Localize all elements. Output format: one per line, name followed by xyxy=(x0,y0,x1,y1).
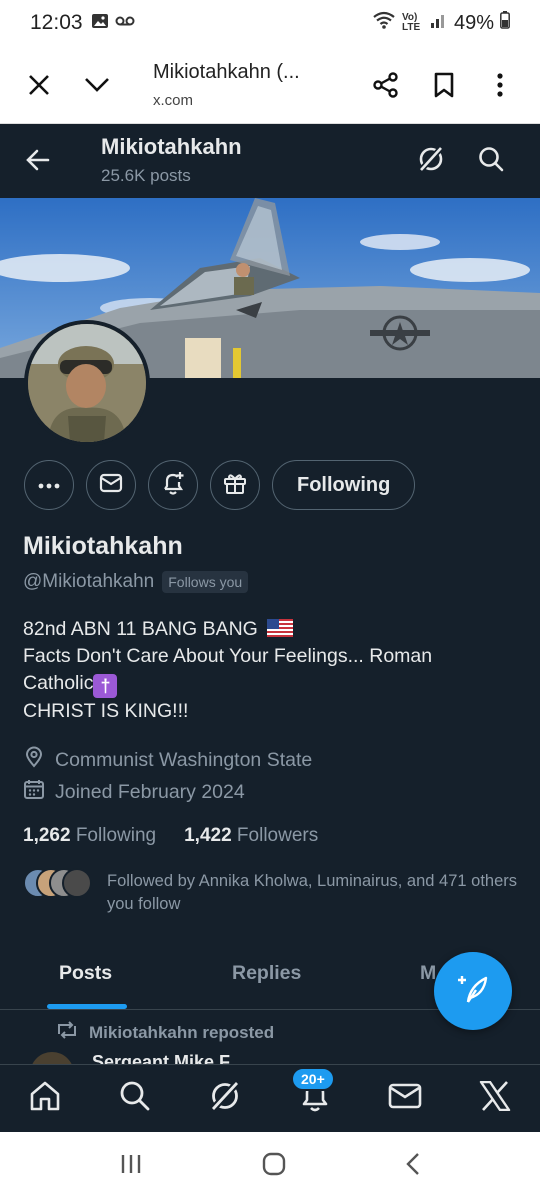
tab-replies[interactable]: Replies xyxy=(232,962,301,985)
profile-header: Mikiotahkahn 25.6K posts xyxy=(0,124,540,198)
status-bar: 12:03 Vo) LTE 49% xyxy=(0,0,540,46)
notify-button[interactable] xyxy=(148,460,198,510)
home-icon xyxy=(28,1079,62,1118)
message-button[interactable] xyxy=(86,460,136,510)
bio-text-1: 82nd ABN 11 BANG BANG xyxy=(23,618,258,640)
repost-icon xyxy=(55,1020,79,1045)
header-display-name: Mikiotahkahn xyxy=(101,134,242,159)
bottom-navigation: 20+ xyxy=(0,1064,540,1132)
avatar[interactable] xyxy=(24,320,150,446)
recent-apps-icon[interactable] xyxy=(119,1153,143,1180)
grok-icon xyxy=(208,1079,242,1118)
mutual-avatar xyxy=(62,868,92,898)
bookmark-icon[interactable] xyxy=(422,63,466,107)
us-flag-icon xyxy=(267,618,294,637)
location-pin-icon xyxy=(23,746,45,774)
profile-joined-date: Joined February 2024 xyxy=(55,780,245,803)
following-label: Following xyxy=(75,825,157,846)
ellipsis-icon xyxy=(37,476,61,494)
active-tab-indicator xyxy=(47,1004,127,1009)
profile-bio: 82nd ABN 11 BANG BANG Facts Don't Care A… xyxy=(23,616,523,725)
battery-icon xyxy=(500,11,510,35)
back-button-icon[interactable] xyxy=(405,1152,421,1181)
repost-indicator: Mikiotahkahn reposted xyxy=(55,1020,274,1045)
share-icon[interactable] xyxy=(364,63,408,107)
location-row: Communist Washington State xyxy=(23,746,312,774)
bio-text-3: Catholic xyxy=(23,672,94,694)
home-button-icon[interactable] xyxy=(262,1152,286,1181)
nav-messages[interactable] xyxy=(375,1069,435,1129)
nav-grok[interactable] xyxy=(195,1069,255,1129)
follow-stats: 1,262 Following 1,422 Followers xyxy=(23,825,318,847)
profile-display-name: Mikiotahkahn xyxy=(23,532,183,560)
following-count: 1,262 xyxy=(23,825,71,846)
following-stat[interactable]: 1,262 Following xyxy=(23,825,156,847)
browser-toolbar: Mikiotahkahn (... x.com xyxy=(0,46,540,124)
status-time: 12:03 xyxy=(30,11,83,34)
more-options-button[interactable] xyxy=(24,460,74,510)
compose-post-button[interactable] xyxy=(434,952,512,1030)
followers-stat[interactable]: 1,422 Followers xyxy=(184,825,318,847)
gallery-icon xyxy=(91,12,109,35)
search-icon[interactable] xyxy=(476,144,506,174)
latin-cross-icon: † xyxy=(93,674,118,698)
profile-location: Communist Washington State xyxy=(55,748,313,771)
back-arrow-icon[interactable] xyxy=(22,144,54,176)
followers-count: 1,422 xyxy=(184,825,232,846)
gift-icon xyxy=(223,471,247,500)
browser-url: x.com xyxy=(153,91,194,109)
x-profile-page: Mikiotahkahn 25.6K posts Following Mikio… xyxy=(0,124,540,1132)
tab-posts[interactable]: Posts xyxy=(59,962,112,985)
browser-title-block: Mikiotahkahn (... x.com xyxy=(153,61,364,109)
more-vertical-icon[interactable] xyxy=(478,63,522,107)
browser-page-title: Mikiotahkahn (... xyxy=(153,60,300,83)
following-button[interactable]: Following xyxy=(272,460,416,510)
envelope-icon xyxy=(99,473,123,498)
search-icon xyxy=(118,1079,152,1118)
grok-icon[interactable] xyxy=(416,144,446,174)
feather-plus-icon xyxy=(456,972,490,1011)
bio-line-2: Facts Don't Care About Your Feelings... … xyxy=(23,645,433,667)
wifi-icon xyxy=(372,10,396,36)
signal-icon xyxy=(430,11,448,35)
bio-line-4: CHRIST IS KING!!! xyxy=(23,700,189,722)
envelope-icon xyxy=(388,1082,422,1115)
joined-row: Joined February 2024 xyxy=(23,778,245,806)
mutual-avatars xyxy=(23,868,93,900)
lte-icon: Vo) LTE xyxy=(401,12,421,33)
nav-x[interactable] xyxy=(465,1069,525,1129)
followed-by-row[interactable]: Followed by Annika Kholwa, Luminairus, a… xyxy=(23,868,517,913)
nav-search[interactable] xyxy=(105,1069,165,1129)
chevron-down-icon[interactable] xyxy=(75,63,119,107)
nav-home[interactable] xyxy=(15,1069,75,1129)
tab-media[interactable]: M xyxy=(420,962,436,985)
x-logo-icon xyxy=(479,1080,511,1116)
follows-you-badge: Follows you xyxy=(162,571,249,593)
repost-label: Mikiotahkahn reposted xyxy=(89,1022,275,1042)
followed-by-text: Followed by Annika Kholwa, Luminairus, a… xyxy=(107,872,517,913)
header-name-block: Mikiotahkahn 25.6K posts xyxy=(101,134,242,186)
bio-line-1: 82nd ABN 11 BANG BANG xyxy=(23,616,523,643)
nav-notifications[interactable]: 20+ xyxy=(285,1066,345,1129)
bell-plus-icon xyxy=(160,470,186,501)
calendar-icon xyxy=(23,778,45,806)
profile-actions: Following xyxy=(24,460,416,510)
gift-button[interactable] xyxy=(210,460,260,510)
profile-handle: @Mikiotahkahn xyxy=(23,571,155,592)
battery-percent: 49% xyxy=(453,11,494,34)
system-navigation-bar xyxy=(0,1132,540,1200)
close-icon[interactable] xyxy=(17,63,61,107)
bio-line-3: Catholic † xyxy=(23,670,523,698)
header-post-count: 25.6K posts xyxy=(101,166,191,185)
voicemail-icon xyxy=(115,14,135,32)
handle-row: @Mikiotahkahn Follows you xyxy=(23,571,249,593)
followers-label: Followers xyxy=(236,825,319,846)
notifications-badge: 20+ xyxy=(291,1066,335,1091)
